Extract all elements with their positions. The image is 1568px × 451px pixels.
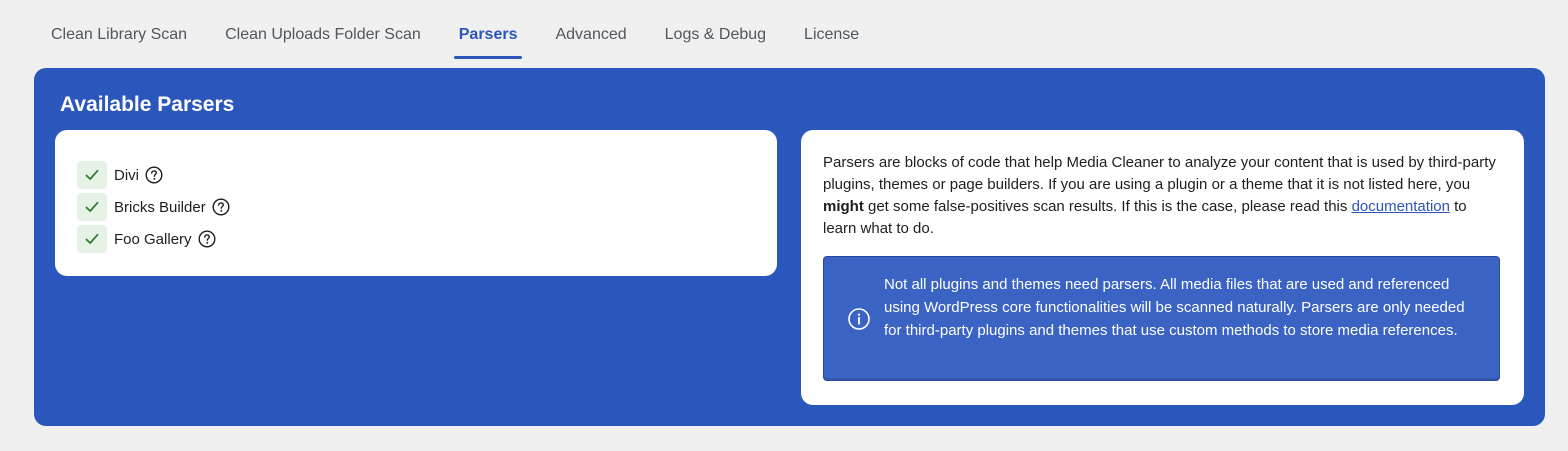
parser-checkbox[interactable] — [77, 193, 107, 221]
parser-info-card: Parsers are blocks of code that help Med… — [801, 130, 1524, 405]
parsers-description: Parsers are blocks of code that help Med… — [823, 152, 1503, 240]
description-text: Parsers are blocks of code that help Med… — [823, 154, 1496, 193]
checkmark-icon — [85, 169, 99, 180]
parser-checkbox[interactable] — [77, 225, 107, 253]
parser-item-divi: Divi — [77, 159, 230, 191]
description-text: get some false-positives scan results. I… — [863, 198, 1352, 215]
help-icon[interactable] — [212, 198, 230, 216]
checkmark-icon — [85, 201, 99, 212]
panel-title: Available Parsers — [60, 93, 235, 116]
help-icon[interactable] — [145, 166, 163, 184]
info-notice: Not all plugins and themes need parsers.… — [823, 256, 1500, 381]
parser-item-bricks-builder: Bricks Builder — [77, 191, 230, 223]
description-emphasis: might — [823, 198, 864, 215]
parser-name: Divi — [114, 166, 139, 184]
parser-list-card: Divi Bricks Builder Foo Gallery — [55, 130, 777, 276]
tab-advanced[interactable]: Advanced — [536, 0, 645, 62]
notice-text: Not all plugins and themes need parsers.… — [884, 276, 1465, 339]
info-icon — [847, 307, 871, 331]
tab-parsers[interactable]: Parsers — [440, 0, 537, 62]
parser-item-foo-gallery: Foo Gallery — [77, 223, 230, 255]
parser-list: Divi Bricks Builder Foo Gallery — [77, 159, 230, 255]
tab-clean-library-scan[interactable]: Clean Library Scan — [32, 0, 206, 62]
checkmark-icon — [85, 233, 99, 244]
parser-name: Bricks Builder — [114, 198, 206, 216]
parsers-panel: Available Parsers Divi Bricks Builder Fo… — [34, 68, 1545, 426]
tab-clean-uploads-folder-scan[interactable]: Clean Uploads Folder Scan — [206, 0, 440, 62]
tab-logs-debug[interactable]: Logs & Debug — [646, 0, 785, 62]
documentation-link[interactable]: documentation — [1352, 198, 1450, 215]
tab-license[interactable]: License — [785, 0, 878, 62]
tab-bar: Clean Library Scan Clean Uploads Folder … — [32, 0, 878, 62]
parser-checkbox[interactable] — [77, 161, 107, 189]
parser-name: Foo Gallery — [114, 230, 192, 248]
help-icon[interactable] — [198, 230, 216, 248]
